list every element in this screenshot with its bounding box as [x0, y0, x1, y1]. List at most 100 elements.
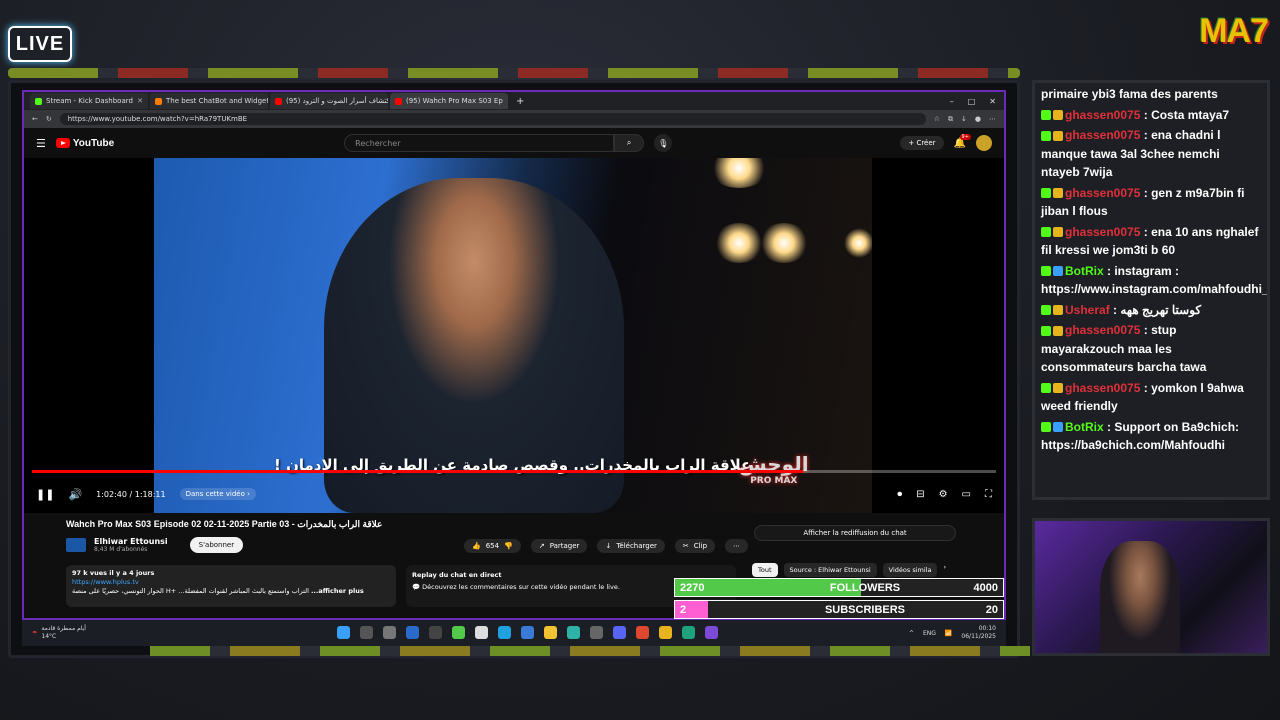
- lang-indicator[interactable]: ENG: [923, 630, 936, 637]
- create-button[interactable]: + Créer: [900, 136, 944, 150]
- badge-icon: [1041, 130, 1051, 141]
- share-button[interactable]: ↗ Partager: [530, 539, 588, 553]
- app-icon[interactable]: [590, 626, 603, 639]
- reload-icon[interactable]: ↻: [46, 115, 52, 123]
- url-field[interactable]: https://www.youtube.com/watch?v=hRa79TUK…: [59, 113, 926, 125]
- chapter-button[interactable]: Dans cette vidéo ›: [179, 488, 256, 500]
- folder-icon[interactable]: [544, 626, 557, 639]
- minimize-button[interactable]: –: [950, 97, 954, 106]
- subscribers-label: SUBSCRIBERS: [824, 603, 906, 616]
- kick-icon: [35, 97, 42, 105]
- chip-similar[interactable]: Vidéos simila: [882, 563, 938, 577]
- download-button[interactable]: ↓ Télécharger: [597, 539, 665, 553]
- tab-chatbot[interactable]: The best ChatBot and Widgets fo✕: [150, 93, 268, 109]
- menu-icon[interactable]: ⋯: [989, 115, 996, 123]
- app-icon[interactable]: [567, 626, 580, 639]
- chat-message: ghassen0075 : stup mayarakzouch maa les …: [1041, 321, 1261, 377]
- progress-bar[interactable]: [32, 470, 996, 473]
- thumbs-down-icon[interactable]: 👎: [504, 542, 513, 550]
- chat-username[interactable]: BotRix: [1065, 420, 1104, 434]
- youtube-logo[interactable]: YouTube: [55, 138, 114, 149]
- app-icon[interactable]: [636, 626, 649, 639]
- weather-icon: ☂: [32, 629, 38, 637]
- like-button[interactable]: 👍 654 👎: [464, 539, 521, 553]
- chevron-up-icon[interactable]: ^: [909, 630, 914, 637]
- close-icon[interactable]: ✕: [507, 97, 508, 105]
- chat-username[interactable]: ghassen0075: [1065, 108, 1140, 122]
- tab-kick[interactable]: Stream - Kick Dashboard ✕: [30, 93, 148, 109]
- edge-icon[interactable]: [682, 626, 695, 639]
- app-icon[interactable]: [475, 626, 488, 639]
- taskview-icon[interactable]: [383, 626, 396, 639]
- discord-icon[interactable]: [613, 626, 626, 639]
- star-icon[interactable]: ☆: [934, 115, 940, 123]
- back-icon[interactable]: ←: [32, 115, 38, 123]
- chat-message: primaire ybi3 fama des parents: [1041, 85, 1261, 104]
- description-box[interactable]: 97 k vues il y a 4 jours https://www.hpl…: [66, 565, 396, 607]
- volume-icon[interactable]: 🔊: [68, 488, 82, 501]
- extensions-icon[interactable]: ⧉: [948, 115, 953, 124]
- subscribe-button[interactable]: S'abonner: [189, 537, 244, 553]
- badge-icon: [1041, 325, 1051, 336]
- clip-button[interactable]: ✂ Clip: [674, 539, 716, 553]
- app-icon[interactable]: [705, 626, 718, 639]
- app-icon[interactable]: [452, 626, 465, 639]
- settings-icon[interactable]: ⚙: [939, 489, 948, 500]
- chip-source[interactable]: Source : Elhiwar Ettounsi: [783, 563, 877, 577]
- chat-replay-text: Découvrez les commentaires sur cette vid…: [422, 583, 620, 591]
- search-button[interactable]: ⌕: [614, 134, 645, 152]
- description-link[interactable]: https://www.hplus.tv: [72, 578, 390, 587]
- weather-widget[interactable]: أيام ممطرة قادمة 14°C: [41, 625, 86, 641]
- chrome-icon[interactable]: [659, 626, 672, 639]
- chat-username[interactable]: BotRix: [1065, 264, 1104, 278]
- fullscreen-icon[interactable]: ⛶: [985, 489, 992, 500]
- chat-username[interactable]: Usheraf: [1065, 303, 1110, 317]
- tab-youtube-active[interactable]: (95) Wahch Pro Max S03 Ep✕: [390, 93, 508, 109]
- chevron-right-icon[interactable]: ›: [943, 563, 946, 577]
- video-title: Wahch Pro Max S03 Episode 02 02-11-2025 …: [66, 519, 383, 529]
- avatar[interactable]: [976, 135, 992, 151]
- wifi-icon[interactable]: 📶: [945, 630, 952, 637]
- chat-username[interactable]: ghassen0075: [1065, 186, 1140, 200]
- hamburger-icon[interactable]: ☰: [36, 137, 46, 150]
- tab-youtube-1[interactable]: (95) إكتشاف أسرار الصوت و الترود✕: [270, 93, 388, 109]
- app-icon[interactable]: [406, 626, 419, 639]
- more-actions-button[interactable]: ⋯: [725, 539, 749, 553]
- badge-icon: [1041, 383, 1051, 394]
- channel-name[interactable]: Elhiwar Ettounsi: [94, 537, 168, 546]
- maximize-button[interactable]: □: [968, 97, 976, 106]
- chip-all[interactable]: Tout: [752, 563, 778, 577]
- chat-separator: :: [1140, 128, 1152, 142]
- webcam-feed: [1032, 518, 1270, 656]
- search-icon: ⌕: [626, 138, 632, 147]
- badge-icon: [1053, 325, 1063, 336]
- download-icon[interactable]: ↓: [961, 115, 967, 123]
- video-player[interactable]: علاقة الراب بالمخدرات.. وقصص صادمة عن ال…: [24, 158, 1004, 513]
- pause-icon[interactable]: ❚❚: [36, 488, 54, 501]
- clock[interactable]: 00:10 06/11/2025: [961, 625, 996, 641]
- profile-icon[interactable]: ●: [975, 115, 981, 123]
- new-tab-button[interactable]: +: [510, 96, 530, 107]
- notifications-button[interactable]: 🔔 9+: [954, 133, 971, 149]
- theater-icon[interactable]: ▭: [962, 489, 971, 500]
- show-more-link[interactable]: ...afficher plus: [311, 587, 364, 595]
- close-icon[interactable]: ✕: [137, 97, 143, 105]
- search-icon[interactable]: [360, 626, 373, 639]
- search-input[interactable]: Rechercher: [344, 134, 615, 152]
- chat-username[interactable]: ghassen0075: [1065, 381, 1140, 395]
- voice-search-button[interactable]: 🎙: [654, 134, 673, 152]
- subtitles-icon[interactable]: ⊟: [916, 489, 924, 500]
- close-window-button[interactable]: ✕: [989, 97, 996, 106]
- chat-text: كوستا تهريج ههه: [1120, 302, 1202, 317]
- autoplay-toggle[interactable]: ⏺: [897, 489, 902, 500]
- app-icon[interactable]: [498, 626, 511, 639]
- app-icon[interactable]: [429, 626, 442, 639]
- show-chat-replay-button[interactable]: Afficher la rediffusion du chat: [754, 525, 956, 541]
- related-chips: Tout Source : Elhiwar Ettounsi Vidéos si…: [752, 563, 946, 577]
- chat-username[interactable]: ghassen0075: [1065, 128, 1140, 142]
- channel-avatar[interactable]: [66, 538, 86, 552]
- chat-username[interactable]: ghassen0075: [1065, 323, 1140, 337]
- app-icon[interactable]: [521, 626, 534, 639]
- chat-username[interactable]: ghassen0075: [1065, 225, 1140, 239]
- start-icon[interactable]: [337, 626, 350, 639]
